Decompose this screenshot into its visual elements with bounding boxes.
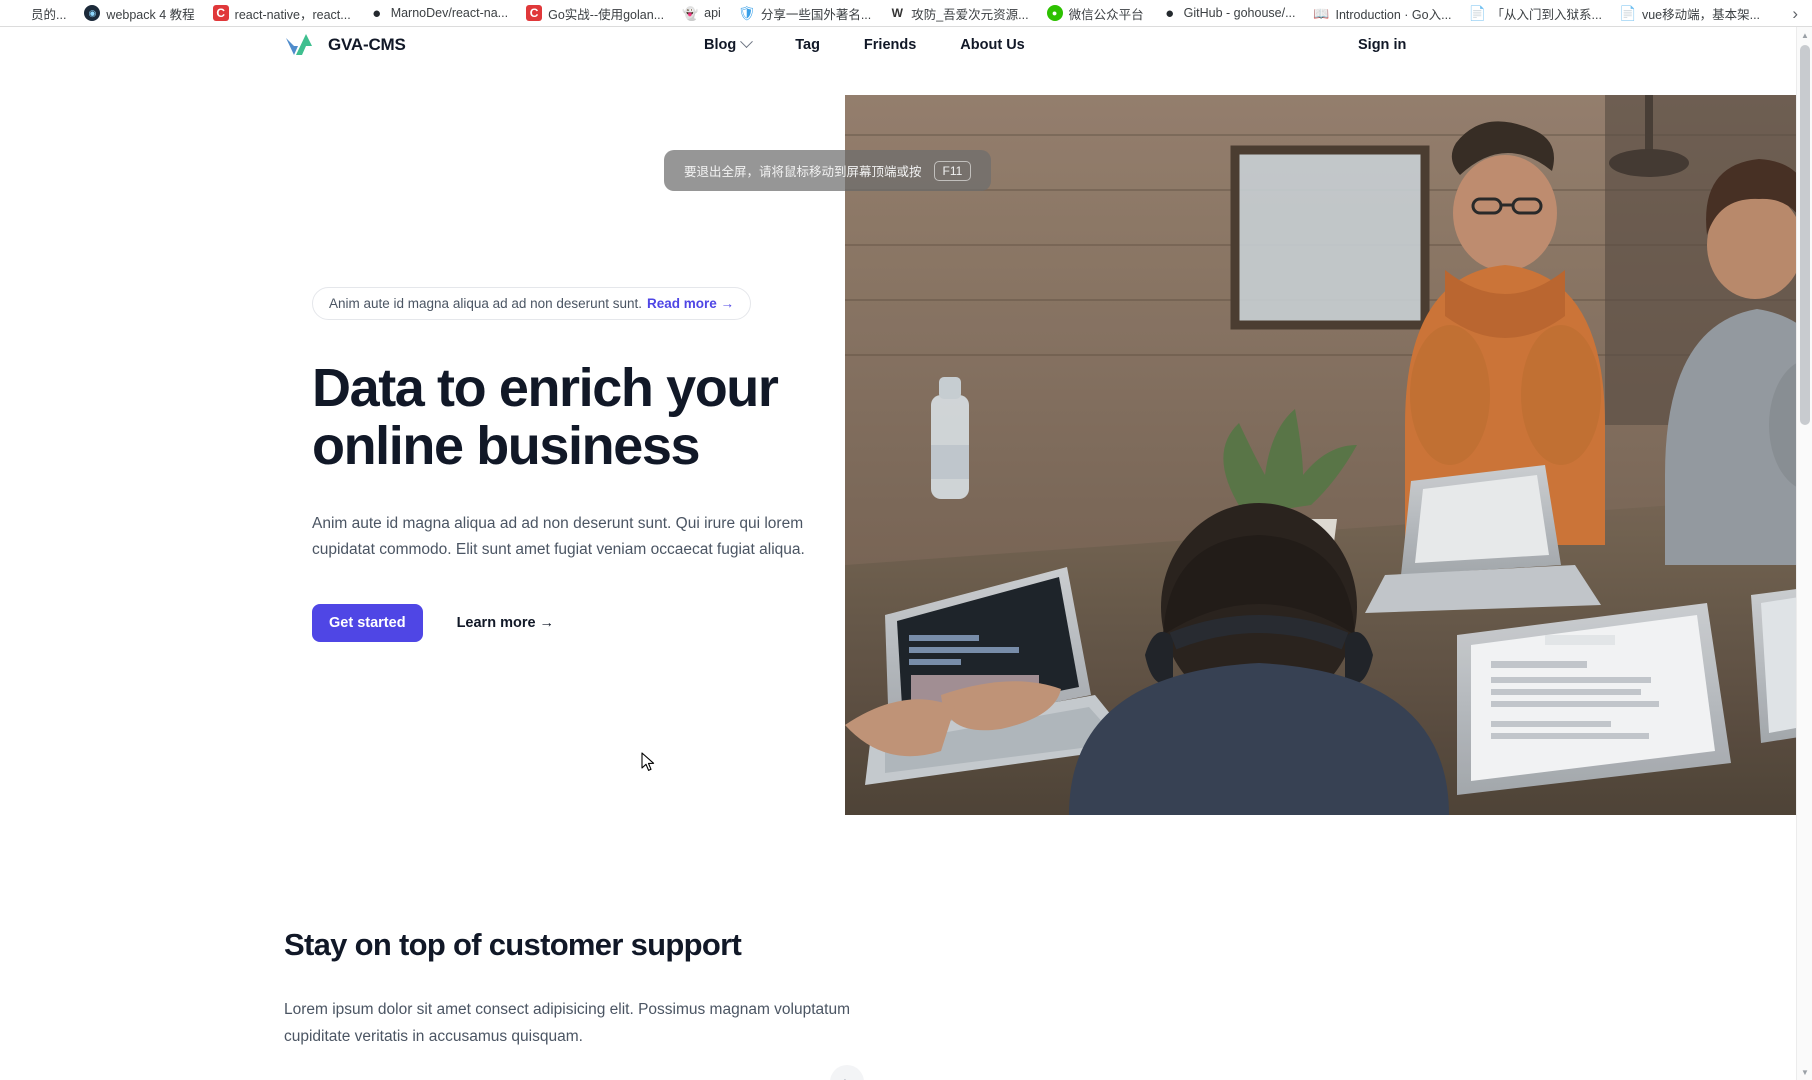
nav-item-tag[interactable]: Tag: [773, 37, 842, 53]
nav-item-about-us[interactable]: About Us: [938, 37, 1046, 53]
bookmark-item[interactable]: ● MarnoDev/react-na...: [360, 2, 517, 25]
hero-subtitle: Anim aute id magna aliqua ad ad non dese…: [312, 514, 805, 559]
bookmark-item[interactable]: W 攻防_吾爱次元资源...: [880, 2, 1037, 25]
document-icon: 📄: [1619, 5, 1637, 21]
bookmark-item[interactable]: 📖 Introduction · Go入...: [1305, 2, 1461, 25]
learn-more-link[interactable]: Learn more →: [457, 615, 555, 631]
scroll-up-arrow-icon[interactable]: ▲: [1797, 27, 1812, 43]
bookmark-item[interactable]: ● 微信公众平台: [1038, 2, 1153, 25]
bookmark-item[interactable]: 员的...: [0, 2, 75, 25]
customer-support-section: Stay on top of customer support Lorem ip…: [284, 927, 1184, 1050]
github-icon: ●: [368, 5, 385, 21]
bookmark-label: Go实战--使用golan...: [548, 7, 665, 22]
bookmark-label: 「从入门到入狱系...: [1491, 7, 1602, 22]
bookmark-label: 员的...: [31, 7, 67, 22]
chevron-down-icon: [740, 35, 754, 49]
w-icon: W: [889, 5, 906, 21]
bookmark-item[interactable]: C react-native，react...: [204, 2, 360, 25]
section-title: Stay on top of customer support: [284, 927, 742, 962]
bookmark-label: 攻防_吾爱次元资源...: [911, 7, 1029, 22]
fullscreen-toast-message: 要退出全屏，请将鼠标移动到屏幕顶端或按: [684, 165, 922, 179]
bookmark-label: 分享一些国外著名...: [760, 7, 872, 22]
section-body: Lorem ipsum dolor sit amet consect adipi…: [284, 1001, 850, 1046]
emoji-icon: 👻: [682, 5, 699, 21]
github-icon: ●: [1161, 5, 1178, 21]
brand-name: GVA-CMS: [328, 34, 406, 54]
fullscreen-exit-toast: 要退出全屏，请将鼠标移动到屏幕顶端或按 F11: [664, 150, 992, 191]
bookmark-item[interactable]: 📄 「从入门到入狱系...: [1461, 2, 1611, 25]
announcement-text: Anim aute id magna aliqua ad ad non dese…: [329, 296, 642, 311]
nav-item-label: Friends: [863, 36, 917, 53]
csdn-icon: C: [212, 5, 229, 21]
nav-links: Blog Tag Friends About Us: [682, 27, 1047, 62]
sign-in-link[interactable]: Sign in: [1358, 27, 1406, 62]
brand-home-link[interactable]: GVA-CMS: [284, 32, 406, 58]
bookmark-item[interactable]: ◉ webpack 4 教程: [75, 2, 203, 25]
scrollbar-thumb[interactable]: [1800, 45, 1810, 425]
scroll-down-arrow-icon[interactable]: ▼: [1797, 1064, 1812, 1080]
nav-item-label: Tag: [795, 36, 820, 53]
page-scrollbar[interactable]: ▲ ▼: [1796, 27, 1812, 1080]
nav-item-friends[interactable]: Friends: [842, 37, 938, 53]
get-started-button[interactable]: Get started: [312, 603, 423, 642]
bookmark-label: MarnoDev/react-na...: [390, 6, 509, 20]
browser-bookmark-bar: 员的... ◉ webpack 4 教程 C react-native，reac…: [0, 0, 1812, 27]
fullscreen-toast-key: F11: [933, 160, 972, 181]
hero-cta-group: Get started Learn more →: [312, 603, 832, 642]
bookmark-label: api: [704, 6, 721, 20]
webpack-icon: ◉: [84, 5, 101, 21]
nav-item-label: Blog: [704, 36, 737, 53]
bookmark-item[interactable]: C Go实战--使用golan...: [517, 2, 673, 25]
bookmark-label: vue移动端，基本架...: [1641, 7, 1761, 22]
nav-item-blog[interactable]: Blog: [682, 35, 773, 53]
bookmark-item[interactable]: 👻 api: [673, 2, 730, 25]
document-icon: 📄: [1468, 5, 1487, 21]
bookmark-label: GitHub - gohouse/...: [1183, 6, 1296, 20]
wechat-icon: ●: [1046, 5, 1063, 21]
bookmark-label: Introduction · Go入...: [1335, 7, 1452, 22]
nav-item-label: About Us: [960, 36, 1025, 53]
cut-favicon-icon: [9, 5, 25, 21]
bookmarks-overflow-icon[interactable]: ›: [1782, 5, 1812, 22]
hero-image: [845, 95, 1812, 815]
announcement-pill[interactable]: Anim aute id magna aliqua ad ad non dese…: [312, 287, 751, 320]
announcement-read-more-link[interactable]: Read more →: [647, 296, 734, 311]
bookmark-item[interactable]: ● GitHub - gohouse/...: [1153, 2, 1305, 25]
hero-title: Data to enrich your online business: [312, 358, 779, 476]
bookmark-label: webpack 4 教程: [106, 7, 195, 22]
image-placeholder-icon[interactable]: [830, 1065, 864, 1080]
bookmark-label: react-native，react...: [234, 7, 351, 22]
gva-logo-icon: [284, 32, 314, 58]
csdn-icon: C: [526, 5, 543, 21]
bookmark-label: 微信公众平台: [1068, 7, 1144, 22]
hero-section: Anim aute id magna aliqua ad ad non dese…: [0, 27, 1812, 822]
shield-icon: 🛡: [737, 5, 756, 21]
hero-copy: Anim aute id magna aliqua ad ad non dese…: [312, 287, 832, 642]
site-navbar: GVA-CMS Blog Tag Friends About Us Sign i…: [0, 27, 1812, 62]
book-icon: 📖: [1313, 5, 1330, 21]
bookmark-item[interactable]: 🛡 分享一些国外著名...: [730, 2, 880, 25]
bookmark-item[interactable]: 📄 vue移动端，基本架...: [1611, 2, 1769, 25]
